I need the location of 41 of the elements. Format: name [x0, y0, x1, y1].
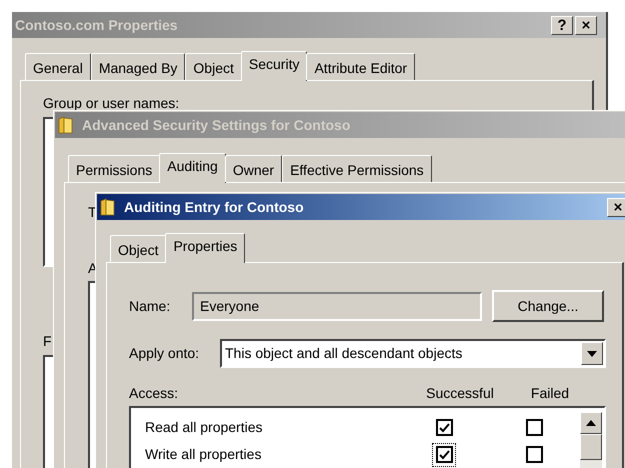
change-button[interactable]: Change...: [492, 290, 604, 322]
scroll-thumb[interactable]: [580, 434, 602, 460]
dropdown-value: This object and all descendant objects: [224, 344, 464, 363]
tab[interactable]: Properties: [165, 233, 246, 263]
column-header: Failed: [530, 384, 570, 403]
tab[interactable]: Owner: [224, 155, 282, 182]
tab[interactable]: General: [25, 53, 91, 80]
tab[interactable]: Managed By: [90, 53, 186, 80]
checkbox[interactable]: [433, 416, 455, 438]
window-title: Auditing Entry for Contoso: [124, 198, 304, 217]
tab[interactable]: Permissions: [68, 155, 160, 182]
tab[interactable]: Object: [110, 235, 166, 262]
apply-onto-dropdown[interactable]: This object and all descendant objects: [220, 339, 606, 368]
tab[interactable]: Security: [240, 51, 308, 81]
folder-icon: [58, 116, 74, 134]
field-label: Name:: [129, 296, 172, 316]
checkbox[interactable]: [433, 444, 455, 466]
tab[interactable]: Effective Permissions: [282, 155, 432, 182]
permission-name: Write all properties: [144, 445, 262, 464]
checkmark-icon: [438, 450, 450, 460]
field-label: Group or user names:: [43, 95, 180, 111]
close-button[interactable]: ×: [575, 16, 597, 34]
checkbox[interactable]: [523, 444, 545, 466]
folder-icon: [100, 198, 116, 216]
checkbox[interactable]: [523, 416, 545, 438]
window-title: Advanced Security Settings for Contoso: [82, 116, 350, 135]
tab[interactable]: Attribute Editor: [306, 53, 416, 80]
help-button[interactable]: ?: [551, 16, 573, 34]
column-header: Successful: [425, 384, 495, 403]
checkmark-icon: [438, 422, 450, 432]
permission-name: Read all properties: [144, 418, 264, 437]
field-label: F: [43, 333, 52, 349]
tab[interactable]: Auditing: [159, 153, 226, 183]
window-title: Contoso.com Properties: [15, 16, 178, 35]
tab[interactable]: Object: [185, 53, 242, 80]
field-label: T: [88, 204, 97, 220]
scrollbar[interactable]: [580, 412, 602, 468]
name-field[interactable]: Everyone: [192, 292, 482, 320]
field-label: Access:: [129, 384, 180, 403]
close-button[interactable]: ×: [607, 198, 625, 216]
field-label: Apply onto:: [129, 344, 200, 363]
